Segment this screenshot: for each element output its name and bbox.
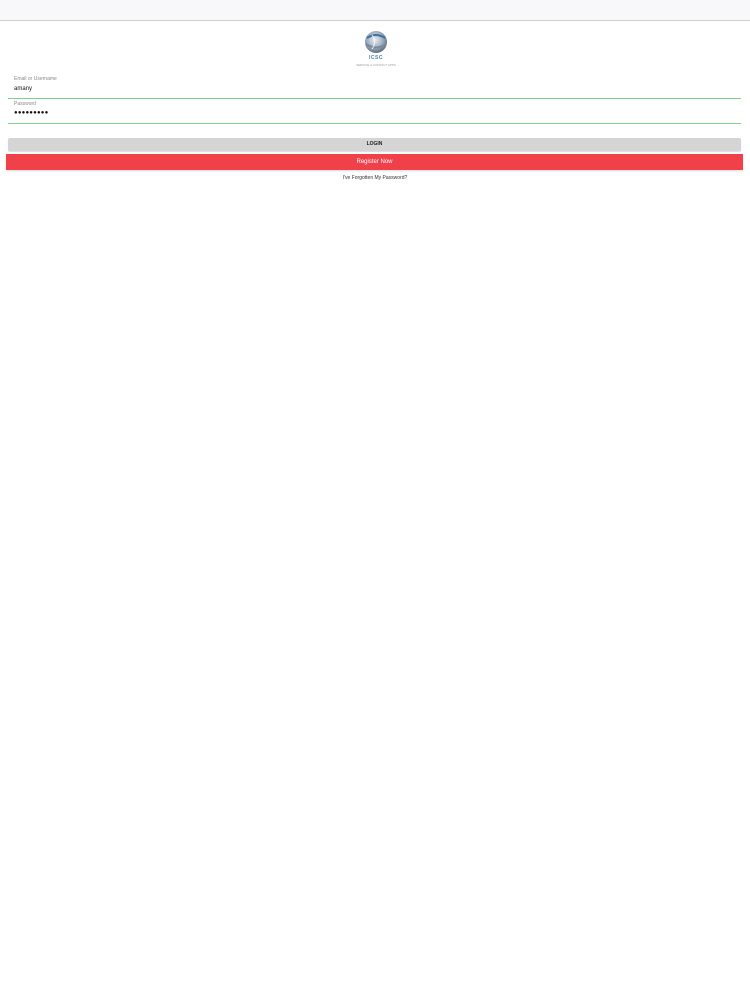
logo-text: ICSC: [369, 55, 383, 61]
logo-subtext: SERVICE & CONTACT APPS: [356, 63, 396, 67]
status-bar: [0, 0, 750, 20]
forgot-password-link[interactable]: I've Forgotten My Password?: [0, 175, 750, 181]
email-input[interactable]: amany: [14, 86, 32, 92]
password-label: Password: [14, 101, 36, 107]
register-button[interactable]: Register Now: [6, 154, 743, 170]
password-field[interactable]: Password ●●●●●●●●●: [8, 101, 741, 124]
email-label: Email or Username: [14, 76, 57, 82]
login-button[interactable]: LOGIN: [8, 138, 741, 151]
email-field[interactable]: Email or Username amany: [8, 76, 741, 99]
globe-icon: [365, 31, 387, 53]
nav-bar-divider: [0, 20, 750, 21]
password-input[interactable]: ●●●●●●●●●: [14, 110, 48, 116]
app-logo: ICSC SERVICE & CONTACT APPS: [356, 29, 396, 69]
